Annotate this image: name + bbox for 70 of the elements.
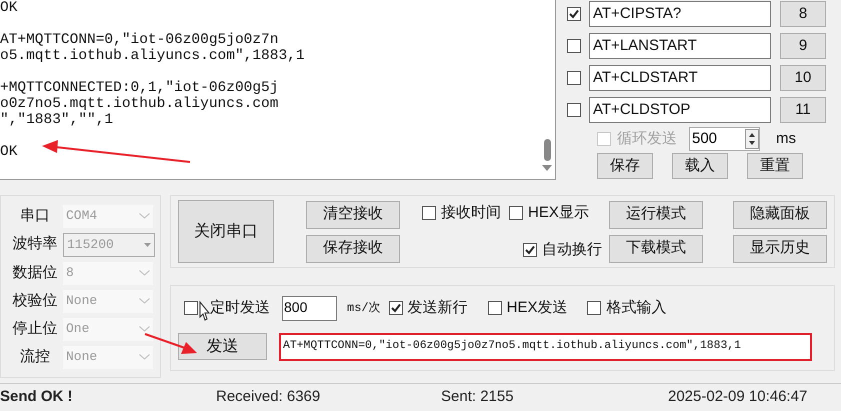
status-message: Send OK ! — [0, 387, 74, 408]
option-label: HEX发送 — [506, 298, 568, 318]
log-line: o5.mqtt.iothub.aliyuncs.com",1883,1 — [0, 48, 305, 64]
timestamp: 2025-02-09 10:46:47 — [668, 387, 808, 408]
checkbox[interactable] — [567, 7, 581, 21]
interval-unit: ms — [776, 128, 796, 149]
command-field[interactable]: AT+CLDSTOP — [589, 97, 771, 123]
panel-button[interactable]: 隐藏面板 — [733, 200, 827, 228]
checkbox[interactable] — [523, 242, 537, 257]
caret-icon — [144, 242, 151, 246]
checkbox[interactable] — [488, 301, 502, 315]
checkbox[interactable] — [509, 206, 523, 220]
receive-button[interactable]: 清空接收 — [306, 200, 400, 228]
spin-arrows-icon[interactable] — [745, 129, 759, 149]
setting-label: 停止位 — [12, 318, 58, 339]
sent-count: Sent: 2155 — [441, 387, 515, 408]
setting-label: 流控 — [19, 346, 51, 367]
receive-button[interactable]: 保存接收 — [306, 234, 400, 262]
setting-label: 校验位 — [12, 290, 58, 311]
close-port-button[interactable]: 关闭串口 — [178, 200, 274, 263]
command-field[interactable]: AT+CIPSTA? — [589, 1, 771, 27]
mode-button[interactable]: 下载模式 — [609, 234, 703, 262]
log-line: +MQTTCONNECTED:0,1,"iot-06z00g5j — [0, 80, 278, 96]
arrow-annotation — [144, 333, 197, 354]
panel-button[interactable]: 显示历史 — [733, 234, 827, 262]
command-field[interactable]: AT+CLDSTART — [589, 65, 771, 91]
mode-button[interactable]: 运行模式 — [609, 200, 703, 228]
setting-label: 串口 — [19, 206, 51, 226]
checkbox[interactable] — [422, 206, 436, 220]
setting-label: 数据位 — [12, 262, 58, 283]
send-command-button[interactable]: 8 — [780, 1, 826, 27]
checkbox[interactable] — [587, 301, 602, 315]
option-label: 格式输入 — [606, 298, 666, 318]
option-label: 定时发送 — [210, 298, 270, 318]
mouse-cursor-icon — [200, 300, 210, 321]
chevron-down-icon — [139, 213, 150, 219]
scroll-down-icon[interactable] — [542, 165, 552, 171]
checkbox[interactable] — [184, 301, 198, 315]
preset-button[interactable]: 载入 — [672, 153, 728, 179]
option-label: 发送新行 — [408, 298, 468, 318]
chevron-down-icon — [139, 354, 150, 360]
send-button[interactable]: 发送 — [178, 333, 267, 360]
interval-field[interactable]: 800 — [282, 296, 337, 320]
chevron-down-icon — [139, 298, 150, 304]
preset-button[interactable]: 重置 — [747, 153, 803, 179]
checkbox[interactable] — [388, 301, 403, 315]
log-line: ","1883","",1 — [0, 112, 114, 128]
log-line: OK — [0, 144, 18, 160]
send-text-field[interactable]: AT+MQTTCONN=0,"iot-06z00g5jo0z7no5.mqtt.iothub.aliyuncs.com",1883,1 — [279, 332, 812, 360]
chevron-down-icon — [139, 270, 150, 276]
chevron-down-icon — [139, 326, 150, 332]
option-label: 自动换行 — [542, 240, 602, 260]
checkbox[interactable] — [567, 39, 581, 53]
send-command-button[interactable]: 10 — [780, 65, 826, 91]
log-line: OK — [0, 0, 18, 16]
received-count: Received: 6369 — [216, 387, 322, 408]
loop-send-label: 循环发送 — [617, 128, 677, 149]
preset-button[interactable]: 保存 — [597, 153, 653, 179]
send-command-button[interactable]: 9 — [780, 33, 826, 59]
scroll-thumb[interactable] — [544, 139, 550, 161]
command-field[interactable]: AT+LANSTART — [589, 33, 771, 59]
log-line: o0z7no5.mqtt.iothub.aliyuncs.com — [0, 96, 278, 112]
option-label: 接收时间 — [441, 203, 501, 223]
send-command-button[interactable]: 11 — [780, 97, 826, 123]
checkbox[interactable] — [567, 103, 581, 117]
checkbox[interactable] — [567, 71, 581, 85]
setting-label: 波特率 — [12, 234, 58, 254]
log-line: AT+MQTTCONN=0,"iot-06z00g5jo0z7n — [0, 32, 278, 48]
option-label: HEX显示 — [528, 203, 589, 223]
interval-unit: ms/次 — [347, 300, 381, 317]
